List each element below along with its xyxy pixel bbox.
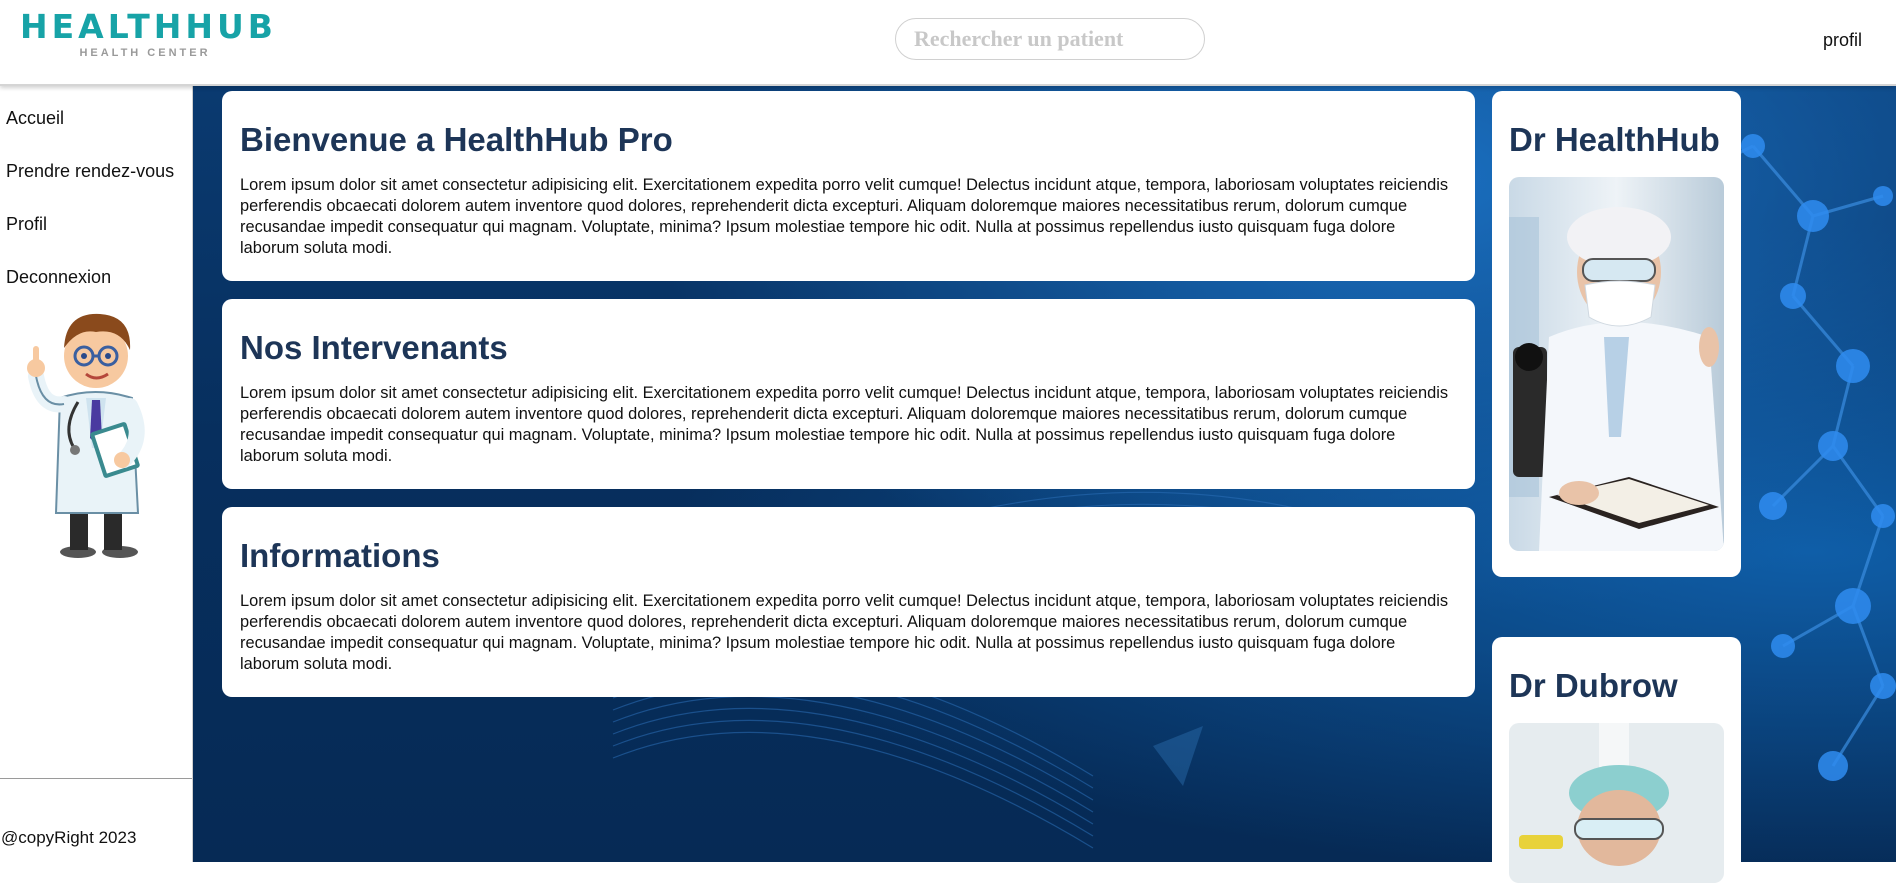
sidebar-divider [0, 778, 192, 779]
doctor-photo [1509, 177, 1724, 551]
doctor-photo [1509, 723, 1724, 883]
section-body: Lorem ipsum dolor sit amet consectetur a… [240, 592, 1449, 673]
section-title: Informations [240, 537, 440, 574]
doctor-card[interactable]: Dr Dubrow [1492, 637, 1741, 883]
section-body: Lorem ipsum dolor sit amet consectetur a… [240, 384, 1449, 465]
logo-title: HEALTHHUB [20, 7, 277, 46]
logo[interactable]: HEALTHHUB HEALTH CENTER [20, 7, 277, 60]
section-body: Lorem ipsum dolor sit amet consectetur a… [240, 176, 1449, 257]
sidebar: Accueil Prendre rendez-vous Profil Decon… [0, 86, 193, 862]
top-header: HEALTHHUB HEALTH CENTER profil [0, 0, 1896, 86]
doctor-card[interactable]: Dr HealthHub [1492, 91, 1741, 577]
copyright-text: @copyRight 2023 [1, 828, 137, 847]
welcome-card: Bienvenue a HealthHub Pro Lorem ipsum do… [222, 91, 1475, 281]
sidebar-item-profil[interactable]: Profil [0, 201, 192, 254]
section-title: Nos Intervenants [240, 329, 508, 366]
doctor-name: Dr HealthHub [1509, 121, 1720, 158]
search-input[interactable] [895, 18, 1205, 60]
informations-card: Informations Lorem ipsum dolor sit amet … [222, 507, 1475, 697]
section-title: Bienvenue a HealthHub Pro [240, 121, 673, 158]
logo-subtitle: HEALTH CENTER [79, 47, 211, 59]
intervenants-card: Nos Intervenants Lorem ipsum dolor sit a… [222, 299, 1475, 489]
doctor-name: Dr Dubrow [1509, 667, 1678, 704]
sidebar-item-accueil[interactable]: Accueil [0, 95, 192, 148]
profile-link[interactable]: profil [1823, 30, 1862, 51]
doctor-cartoon-icon [27, 313, 145, 558]
sidebar-item-prendre-rendez-vous[interactable]: Prendre rendez-vous [0, 148, 192, 201]
